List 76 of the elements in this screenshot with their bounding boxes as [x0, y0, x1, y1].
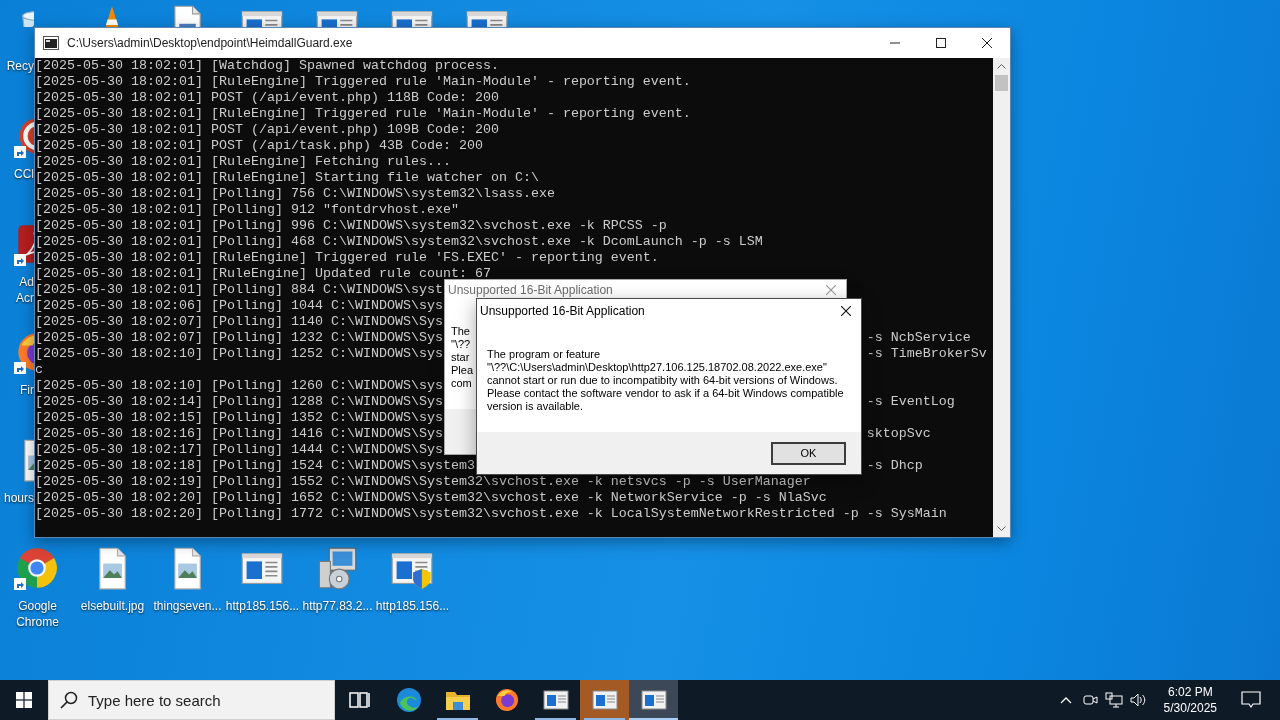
console-line: [2025-05-30 18:02:20] [Polling] 1652 C:\WINDOWS\System32\svchost.exe -k NetworkService -p -s NlaSvc: [35, 490, 827, 505]
console-line: [2025-05-30 18:02:01] [RuleEngine] Fetching rules...: [35, 154, 451, 169]
icon-label: thingseven...: [152, 598, 223, 614]
maximize-icon: [936, 38, 946, 48]
console-line: [2025-05-30 18:02:19] [Polling] 1552 C:\WINDOWS\System32\svchost.exe -k netsvcs -p -s UserManager: [35, 474, 811, 489]
browser-icon[interactable]: [493, 687, 520, 713]
console-line: c: [35, 362, 43, 377]
dialog-message: The program or feature "\??\C:\Users\admin\Desktop\http27.106.125.18702.08.2022.exe.exe" cannot start or run due to incompatibity with 64-bit versions of Windows. Please contact the software vendor to ask if a 64-bit Windows compatible version is available.: [486, 347, 845, 413]
console-line: [2025-05-30 18:02:15] [Polling] 1352 C:\WINDOWS\sys: [35, 410, 443, 425]
close-icon: [841, 306, 851, 316]
console-line: [2025-05-30 18:02:14] [Polling] 1288 C:\WINDOWS\Sys: [35, 394, 443, 409]
folder-icon[interactable]: [444, 689, 471, 711]
console-line: [2025-05-30 18:02:01] [Polling] 884 C:\WINDOWS\syst: [35, 282, 443, 297]
search-field[interactable]: Type here to search: [48, 680, 335, 720]
console-line: -s Dhcp: [866, 458, 923, 474]
console-icon: [43, 36, 59, 50]
icon-label: Fir: [19, 382, 34, 398]
icon-label: http185.156...: [375, 598, 450, 614]
scroll-up-icon: [997, 64, 1006, 69]
icon-label: Recy: [5, 58, 34, 74]
scroll-down-icon: [997, 526, 1006, 531]
console-line: [2025-05-30 18:02:01] [Polling] 756 C:\WINDOWS\system32\lsass.exe: [35, 186, 555, 201]
window-icon[interactable]: [640, 689, 667, 711]
console-line: [2025-05-30 18:02:16] [Polling] 1416 C:\WINDOWS\Sys: [35, 426, 443, 441]
icon-label: hours: [2, 490, 34, 506]
window-title: C:\Users\admin\Desktop\endpoint\HeimdallGuard.exe: [67, 36, 353, 50]
close-icon: [826, 284, 836, 295]
icon-label: Ad Acr: [15, 274, 34, 306]
console-line: [2025-05-30 18:02:01] [Polling] 912 "fontdrvhost.exe": [35, 202, 459, 217]
console-line: [2025-05-30 18:02:01] [Polling] 996 C:\WINDOWS\system32\svchost.exe -k RPCSS -p: [35, 218, 667, 233]
console-line: [2025-05-30 18:02:01] POST (/api/task.php) 43B Code: 200: [35, 138, 483, 153]
console-line: [2025-05-30 18:02:01] [Polling] 468 C:\WINDOWS\system32\svchost.exe -k DcomLaunch -p -s LSM: [35, 234, 763, 249]
dialog-message: Plea: [451, 364, 474, 377]
close-icon: [982, 38, 992, 48]
console-line: -s TimeBrokerSv: [866, 346, 987, 362]
scrollbar-thumb[interactable]: [995, 75, 1008, 91]
console-line: -s EventLog: [866, 394, 955, 410]
console-line: sktopSvc: [866, 426, 931, 442]
console-line: [2025-05-30 18:02:01] [RuleEngine] Triggered rule 'FS.EXEC' - reporting event.: [35, 250, 659, 265]
console-line: [2025-05-30 18:02:07] [Polling] 1140 C:\WINDOWS\Sys: [35, 314, 443, 329]
icon-label: http77.83.2...: [301, 598, 374, 614]
dialog-message: The: [451, 325, 470, 338]
icon-label: CCl: [13, 166, 34, 182]
console-line: [2025-05-30 18:02:10] [Polling] 1252 C:\WINDOWS\sys: [35, 346, 443, 361]
dialog-title: Unsupported 16-Bit Application: [480, 304, 645, 318]
console-line: [2025-05-30 18:02:01] POST (/api/event.php) 109B Code: 200: [35, 122, 499, 137]
start-icon: [16, 692, 32, 708]
dialog-message: star: [451, 351, 470, 364]
taskbar-button[interactable]: [629, 680, 678, 720]
dialog-message: "\??: [451, 338, 471, 351]
icon-label: elsebuilt.jpg: [79, 598, 146, 614]
scrollbar[interactable]: [993, 58, 1010, 537]
console-line: [2025-05-30 18:02:01] [RuleEngine] Starting file watcher on C:\: [35, 170, 539, 185]
search-icon: [60, 691, 78, 709]
notification-icon: [1241, 691, 1261, 709]
console-line: [2025-05-30 18:02:01] [RuleEngine] Updated rule count: 67: [35, 266, 491, 281]
console-line: [2025-05-30 18:02:18] [Polling] 1524 C:\WINDOWS\system3: [35, 458, 475, 473]
icon-label: http185.156...: [225, 598, 300, 614]
task-view-icon[interactable]: [348, 690, 371, 710]
console-line: [2025-05-30 18:02:20] [Polling] 1772 C:\WINDOWS\system32\svchost.exe -k LocalSystemNetworkRestricted -p -s SysMain: [35, 506, 947, 521]
clock-button[interactable]: 6:02 PM 5/30/2025: [1155, 684, 1225, 716]
icon-label: Google Chrome: [15, 598, 60, 630]
console-line: -s NcbService: [866, 330, 971, 346]
console-line: [2025-05-30 18:02:07] [Polling] 1232 C:\WINDOWS\Sys: [35, 330, 443, 345]
console-line: [2025-05-30 18:02:01] [RuleEngine] Triggered rule 'Main-Module' - reporting event.: [35, 106, 691, 121]
dialog-title: Unsupported 16-Bit Application: [448, 282, 613, 297]
ok-button[interactable]: OK: [771, 441, 846, 465]
console-line: [2025-05-30 18:02:06] [Polling] 1044 C:\WINDOWS\sys: [35, 298, 443, 313]
console-line: [2025-05-30 18:02:17] [Polling] 1444 C:\WINDOWS\Sys: [35, 442, 443, 457]
console-line: [2025-05-30 18:02:01] [Watchdog] Spawned watchdog process.: [35, 58, 499, 73]
console-line: [2025-05-30 18:02:10] [Polling] 1260 C:\WINDOWS\sys: [35, 378, 443, 393]
browser-icon[interactable]: [395, 687, 422, 713]
console-line: [2025-05-30 18:02:01] POST (/api/event.php) 118B Code: 200: [35, 90, 499, 105]
console-line: [2025-05-30 18:02:01] [RuleEngine] Triggered rule 'Main-Module' - reporting event.: [35, 74, 691, 89]
dialog-message: com: [451, 377, 472, 390]
window-icon[interactable]: [542, 689, 569, 711]
